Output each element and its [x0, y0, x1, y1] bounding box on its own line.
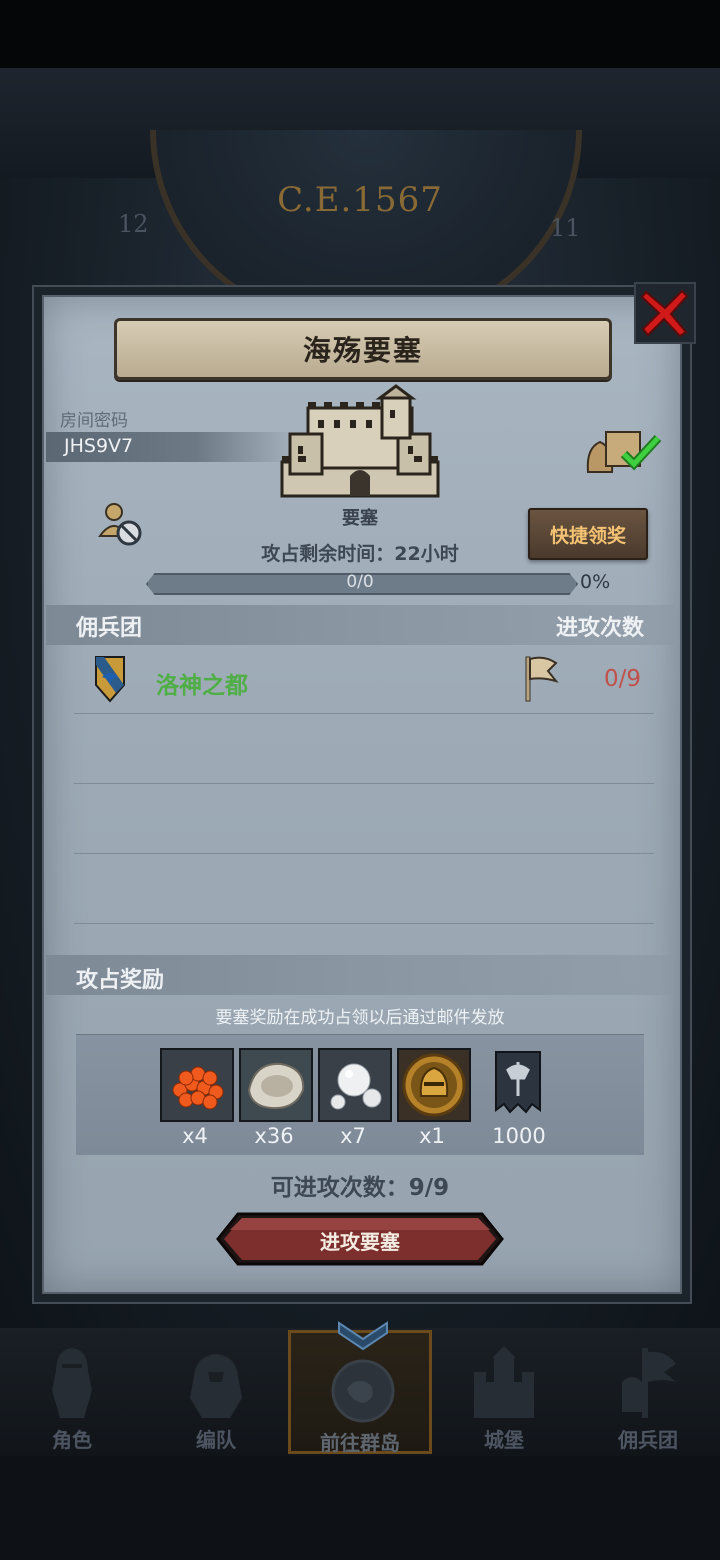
reward-slot-war-banner[interactable]: [486, 1048, 550, 1118]
reward-slot-oyster[interactable]: [239, 1048, 313, 1122]
reward-slot-pearl[interactable]: [318, 1048, 392, 1122]
guild-name[interactable]: 洛神之都: [156, 666, 248, 700]
war-banner-icon: [495, 1051, 541, 1114]
nav-label: 前往群岛: [320, 1431, 400, 1455]
formation-icon: [190, 1354, 242, 1418]
guild-attack-count: 0/9: [604, 666, 642, 692]
knight-helmet-coin-icon: [399, 1050, 469, 1120]
nav-label: 佣兵团: [618, 1428, 678, 1452]
castle-icon: [474, 1346, 534, 1418]
mercenary-icon: [622, 1348, 676, 1418]
nav-label: 角色: [52, 1428, 92, 1452]
reward-slot-knight-helmet[interactable]: [397, 1048, 471, 1122]
list-divider: [74, 713, 654, 714]
reward-qty: x1: [419, 1124, 445, 1148]
reward-qty: x4: [182, 1124, 208, 1148]
reward-qty: x36: [254, 1124, 294, 1148]
close-icon: [640, 289, 689, 338]
nav-tab-mercenary[interactable]: 佣兵团: [576, 1330, 720, 1454]
guild-shield-icon: [95, 656, 125, 703]
reward-qty: 1000: [492, 1124, 546, 1148]
reward-header-label: 攻占奖励: [76, 968, 165, 993]
attack-flag-icon: [525, 656, 559, 702]
list-divider: [74, 783, 654, 784]
nav-label: 城堡: [484, 1428, 524, 1452]
reward-qty: x7: [340, 1124, 366, 1148]
nav-tab-islands[interactable]: 前往群岛: [288, 1321, 432, 1455]
room-code: JHS9V7: [64, 435, 134, 457]
nav-tab-formation[interactable]: 编队: [144, 1330, 288, 1454]
list-divider: [74, 853, 654, 854]
salmon-roe-icon: [162, 1050, 232, 1120]
remaining-time: 攻占剩余时间：22小时: [261, 543, 459, 565]
room-password-label: 房间密码: [60, 411, 128, 431]
nav-tab-castle[interactable]: 城堡: [432, 1330, 576, 1454]
attack-fortress-button[interactable]: 进攻要塞: [216, 1212, 504, 1266]
guild-header-label: 佣兵团: [76, 616, 143, 641]
status-bar: [0, 0, 720, 68]
attack-button-label: 进攻要塞: [320, 1230, 400, 1254]
dialog-title: 海殇要塞: [114, 318, 612, 380]
nav-tab-character[interactable]: 角色: [0, 1330, 144, 1454]
nav-label: 编队: [196, 1428, 236, 1452]
era-label: C.E.1567: [277, 180, 443, 220]
fortress-icon: [280, 384, 440, 498]
knight-icon: [52, 1348, 92, 1418]
bottom-area: [0, 1456, 720, 1560]
pearl-icon: [320, 1050, 390, 1120]
progress-percent: 0%: [580, 571, 611, 593]
attacks-header-label: 进攻次数: [555, 616, 644, 641]
reward-slot-salmon-roe[interactable]: [160, 1048, 234, 1122]
dial-number-right: 11: [550, 214, 581, 242]
reward-note: 要塞奖励在成功占领以后通过邮件发放: [215, 1008, 505, 1028]
supply-claimed-icon: [586, 431, 662, 473]
dial-number-left: 12: [118, 210, 149, 238]
compass-icon: [331, 1359, 395, 1423]
list-divider: [74, 923, 654, 924]
close-button[interactable]: [634, 282, 696, 344]
oyster-icon: [241, 1050, 311, 1120]
progress-text: 0/0: [346, 572, 374, 592]
available-attacks: 可进攻次数：9/9: [270, 1175, 450, 1201]
